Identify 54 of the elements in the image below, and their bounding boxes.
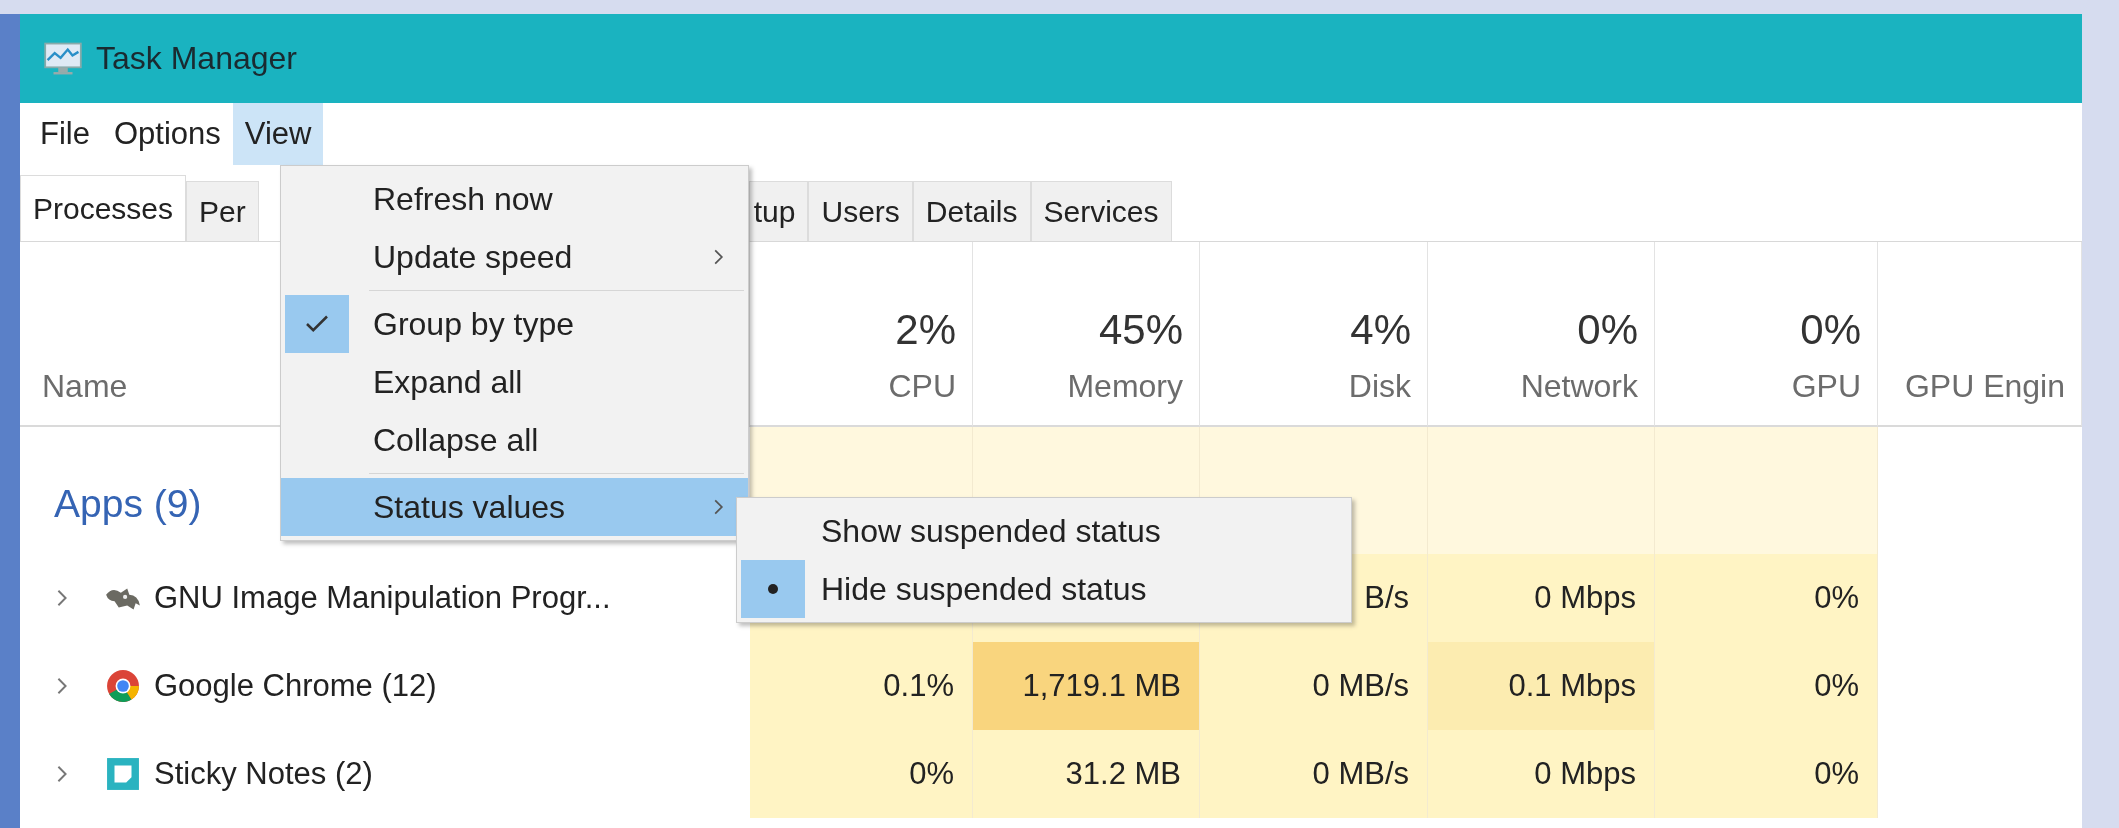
menu-item[interactable]: Expand all [281,353,748,411]
menu-item[interactable]: Refresh now [281,170,748,228]
usage-cell: 31.2 MB [973,730,1200,818]
column-header[interactable]: CPU [888,368,956,405]
usage-cell: 0% [750,730,973,818]
menu-item[interactable]: Update speed [281,228,748,286]
radio-dot-icon [767,583,779,595]
column-header[interactable]: Name [42,368,128,405]
window-title: Task Manager [96,40,297,77]
submenu-chevron-icon [713,247,724,267]
usage-cell: 0 MB/s [1200,642,1428,730]
usage-cell: 0 Mbps [1428,554,1655,642]
usage-cell: 0% [1655,554,1878,642]
usage-cell: 1,719.1 MB [973,642,1200,730]
usage-cell: 0% [1655,642,1878,730]
submenu-chevron-icon [713,497,724,517]
column-header[interactable]: Network [1520,368,1638,405]
expand-chevron-icon[interactable] [56,588,68,608]
menu-item[interactable]: Group by type [281,295,748,353]
menu-item[interactable]: Collapse all [281,411,748,469]
tab[interactable]: Details [912,181,1031,241]
process-name: Google Chrome (12) [154,668,437,704]
column-header[interactable]: Memory [1067,368,1183,405]
usage-cell: 0.1% [750,642,973,730]
tab[interactable]: Processes [20,175,187,241]
expand-chevron-icon[interactable] [56,764,68,784]
process-name: Sticky Notes (2) [154,756,373,792]
usage-cell: 0 MB/s [1200,730,1428,818]
menu-item[interactable]: Options [101,103,233,165]
usage-cell: 0% [1655,730,1878,818]
usage-cell: 0 Mbps [1428,730,1655,818]
column-header[interactable]: Disk [1348,368,1411,405]
column-usage-percent: 4% [1350,306,1411,354]
group-heading: Apps (9) [54,482,202,526]
column-usage-percent: 2% [895,306,956,354]
round-logo-icon [104,669,142,703]
column-header[interactable]: GPU Engin [1904,368,2065,405]
tab[interactable]: tup [748,181,809,241]
tab[interactable]: Users [808,181,913,241]
menu-item[interactable]: File [28,103,102,165]
menu-item[interactable]: View [232,103,324,165]
expand-chevron-icon[interactable] [56,676,68,696]
tab[interactable]: Services [1030,181,1172,241]
usage-cell: 0.1 Mbps [1428,642,1655,730]
checkmark-icon [304,314,330,334]
note-icon [104,757,142,791]
column-header[interactable]: GPU [1791,368,1861,405]
menu-item[interactable]: Status values [281,478,748,536]
monitor-chart-icon [44,41,82,76]
column-usage-percent: 0% [1800,306,1861,354]
column-usage-percent: 0% [1577,306,1638,354]
process-name: GNU Image Manipulation Progr... [154,580,611,616]
column-usage-percent: 45% [1098,306,1183,354]
tab[interactable]: Per [186,181,259,241]
